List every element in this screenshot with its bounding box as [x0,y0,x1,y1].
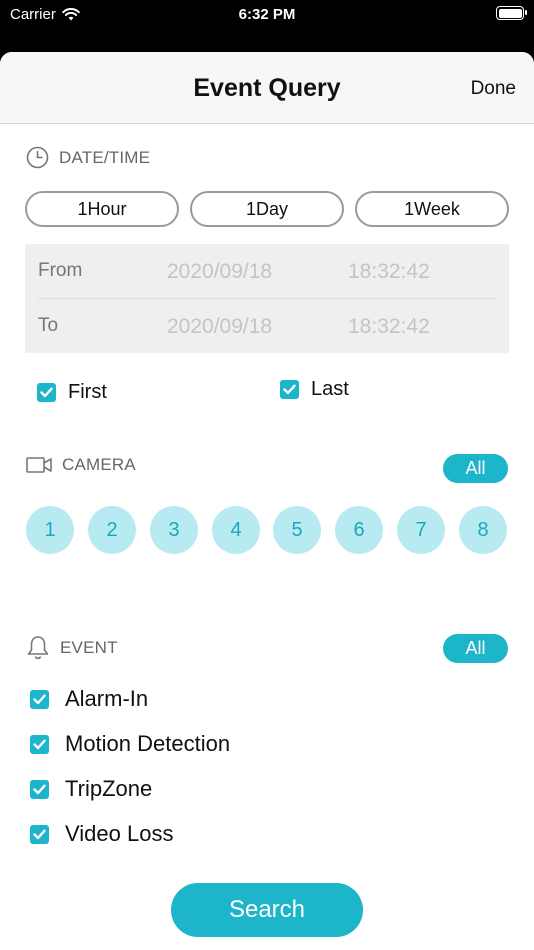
event-all-button[interactable]: All [443,634,508,663]
bell-icon [27,636,49,660]
event-item-label: Alarm-In [65,686,149,711]
last-checkbox-row[interactable]: Last [280,378,349,401]
camera-channel-2[interactable]: 2 [88,506,136,554]
event-item-tripzone[interactable]: TripZone [30,776,152,802]
last-label: Last [311,378,349,400]
camera-channel-4[interactable]: 4 [212,506,260,554]
event-query-sheet: Event Query Done DATE/TIME 1Hour 1Day 1W… [0,52,534,950]
event-section-header: EVENT [26,635,118,660]
to-date[interactable]: 2020/09/18 [167,315,272,339]
done-button[interactable]: Done [471,78,516,100]
checkbox-checked-icon[interactable] [280,380,299,399]
battery-icon [496,6,527,20]
camera-channel-7[interactable]: 7 [397,506,445,554]
checkbox-checked-icon[interactable] [30,734,49,754]
checkbox-checked-icon[interactable] [30,824,49,844]
clock-icon [26,146,49,169]
camera-channel-6[interactable]: 6 [335,506,383,554]
to-row[interactable]: To 2020/09/18 18:32:42 [25,299,509,353]
event-item-video-loss[interactable]: Video Loss [30,821,173,847]
camera-channel-3[interactable]: 3 [150,506,198,554]
event-item-alarm-in[interactable]: Alarm-In [30,686,148,712]
nav-bar: Event Query Done [0,52,534,124]
search-button[interactable]: Search [171,883,363,937]
event-item-motion-detection[interactable]: Motion Detection [30,731,230,757]
camera-channel-8[interactable]: 8 [459,506,507,554]
camera-all-button[interactable]: All [443,454,508,483]
from-row[interactable]: From 2020/09/18 18:32:42 [25,244,509,298]
from-time[interactable]: 18:32:42 [348,260,430,284]
camera-header-label: CAMERA [62,455,136,474]
status-bar: Carrier 6:32 PM [0,0,534,52]
page-title: Event Query [193,74,341,102]
event-item-label: Video Loss [65,821,174,846]
checkbox-checked-icon[interactable] [37,383,56,402]
status-time: 6:32 PM [238,6,296,23]
event-header-label: EVENT [60,637,118,657]
range-1day-button[interactable]: 1Day [190,191,344,227]
from-date[interactable]: 2020/09/18 [167,260,272,284]
datetime-header-label: DATE/TIME [59,147,151,167]
camera-channel-5[interactable]: 5 [273,506,321,554]
camera-channel-1[interactable]: 1 [26,506,74,554]
to-time[interactable]: 18:32:42 [348,315,430,339]
datetime-panel: From 2020/09/18 18:32:42 To 2020/09/18 1… [25,244,509,353]
camera-section-header: CAMERA [26,455,136,475]
checkbox-checked-icon[interactable] [30,779,49,799]
range-1week-button[interactable]: 1Week [355,191,509,227]
event-item-label: TripZone [65,776,153,801]
from-label: From [38,260,83,281]
event-item-label: Motion Detection [65,731,231,756]
range-1hour-button[interactable]: 1Hour [25,191,179,227]
datetime-section-header: DATE/TIME [26,146,150,169]
first-checkbox-row[interactable]: First [37,381,107,404]
to-label: To [38,315,59,336]
checkbox-checked-icon[interactable] [30,689,49,709]
camera-icon [26,457,52,473]
first-label: First [68,381,107,403]
